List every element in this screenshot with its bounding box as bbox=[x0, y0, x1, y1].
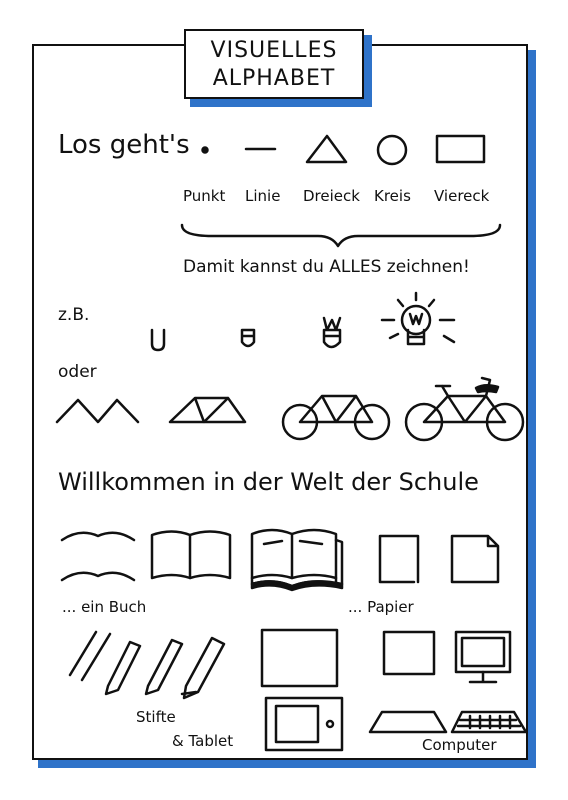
lamp-step1-icon bbox=[150, 328, 166, 352]
book-step2-icon bbox=[150, 530, 232, 580]
or-label: oder bbox=[58, 362, 97, 382]
book-step1-icon bbox=[60, 531, 136, 582]
sketch-drawings bbox=[55, 134, 528, 752]
shape-label-kreis: Kreis bbox=[374, 187, 411, 205]
shape-label-linie: Linie bbox=[245, 187, 281, 205]
shape-label-punkt: Punkt bbox=[183, 187, 226, 205]
tablet-icon bbox=[264, 696, 344, 752]
paper-step1-icon bbox=[378, 534, 420, 584]
pencils-icon bbox=[68, 630, 226, 700]
paper-icon bbox=[450, 534, 500, 584]
computer-step1-icon bbox=[382, 630, 436, 676]
lightbulb-icon bbox=[380, 291, 456, 346]
circle-icon bbox=[376, 134, 408, 166]
dot-icon bbox=[201, 146, 209, 154]
book-label: ... ein Buch bbox=[62, 598, 147, 616]
book-icon bbox=[250, 528, 344, 592]
pencils-label: Stifte bbox=[136, 708, 176, 726]
intro-heading: Los geht's bbox=[58, 130, 190, 160]
computer-label: Computer bbox=[422, 736, 497, 754]
keyboard-step1-icon bbox=[368, 710, 448, 734]
monitor-icon bbox=[454, 630, 512, 684]
brace-icon bbox=[180, 223, 502, 248]
section-heading: Willkommen in der Welt der Schule bbox=[58, 468, 479, 496]
bicycle-icon bbox=[404, 376, 525, 442]
paper-label: ... Papier bbox=[348, 598, 414, 616]
bike-step1-icon bbox=[55, 398, 140, 424]
shape-label-dreieck: Dreieck bbox=[303, 187, 360, 205]
keyboard-icon bbox=[450, 710, 528, 734]
triangle-icon bbox=[305, 134, 348, 164]
bike-step2-icon bbox=[168, 396, 247, 424]
lamp-step3-icon bbox=[322, 316, 342, 349]
shape-label-viereck: Viereck bbox=[434, 187, 490, 205]
tablet-step1-icon bbox=[260, 628, 339, 688]
square-icon bbox=[435, 134, 486, 164]
lamp-step2-icon bbox=[240, 328, 256, 348]
bike-step3-icon bbox=[281, 394, 391, 441]
example-label: z.B. bbox=[58, 305, 90, 325]
tablet-label: & Tablet bbox=[172, 732, 234, 750]
tagline: Damit kannst du ALLES zeichnen! bbox=[183, 257, 470, 277]
